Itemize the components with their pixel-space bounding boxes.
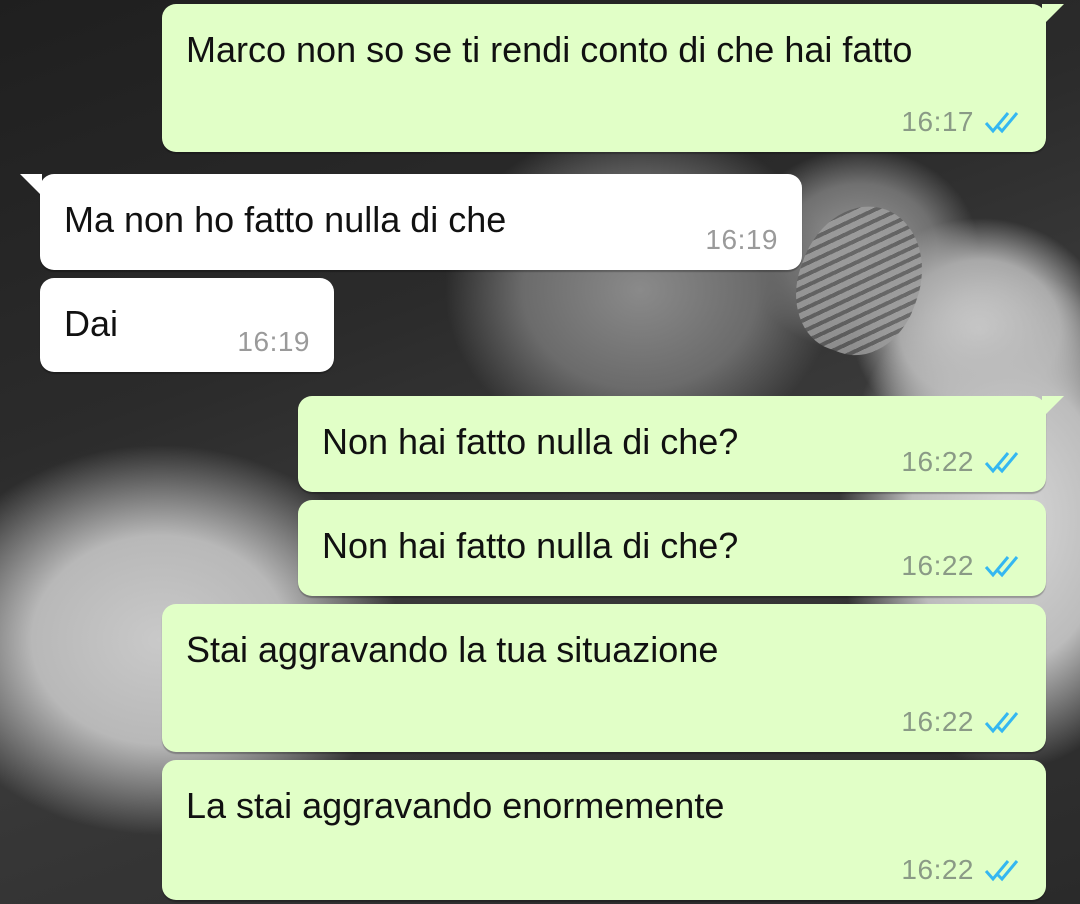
read-double-check-icon [984, 452, 1019, 474]
message-time: 16:17 [901, 106, 974, 137]
message-time: 16:22 [901, 446, 974, 477]
message-meta: 16:17 [901, 106, 1022, 138]
message-time: 16:22 [901, 854, 974, 885]
message-bubble-outgoing[interactable]: La stai aggravando enormemente 16:22 [162, 760, 1046, 900]
read-double-check-icon [984, 712, 1019, 734]
message-bubble-outgoing[interactable]: Non hai fatto nulla di che? 16:22 [298, 396, 1064, 492]
read-double-check-icon [984, 860, 1019, 882]
message-time: 16:19 [705, 224, 778, 255]
message-meta: 16:19 [237, 326, 310, 358]
message-meta: 16:22 [901, 446, 1022, 478]
message-bubble-incoming[interactable]: Dai 16:19 [40, 278, 334, 372]
message-list[interactable]: Marco non so se ti rendi conto di che ha… [0, 0, 1080, 904]
message-text: Ma non ho fatto nulla di che [64, 199, 507, 240]
message-text: La stai aggravando enormemente [186, 785, 725, 826]
message-time: 16:22 [901, 706, 974, 737]
message-bubble-outgoing[interactable]: Stai aggravando la tua situazione 16:22 [162, 604, 1046, 752]
message-bubble-outgoing[interactable]: Marco non so se ti rendi conto di che ha… [162, 4, 1064, 152]
message-time: 16:19 [237, 326, 310, 357]
message-text: Marco non so se ti rendi conto di che ha… [186, 29, 913, 70]
message-meta: 16:19 [705, 224, 778, 256]
message-meta: 16:22 [901, 706, 1022, 738]
message-meta: 16:22 [901, 550, 1022, 582]
message-bubble-incoming[interactable]: Ma non ho fatto nulla di che 16:19 [20, 174, 802, 270]
read-double-check-icon [984, 556, 1019, 578]
message-time: 16:22 [901, 550, 974, 581]
message-bubble-outgoing[interactable]: Non hai fatto nulla di che? 16:22 [298, 500, 1046, 596]
read-double-check-icon [984, 112, 1019, 134]
message-text: Stai aggravando la tua situazione [186, 629, 719, 670]
message-meta: 16:22 [901, 854, 1022, 886]
